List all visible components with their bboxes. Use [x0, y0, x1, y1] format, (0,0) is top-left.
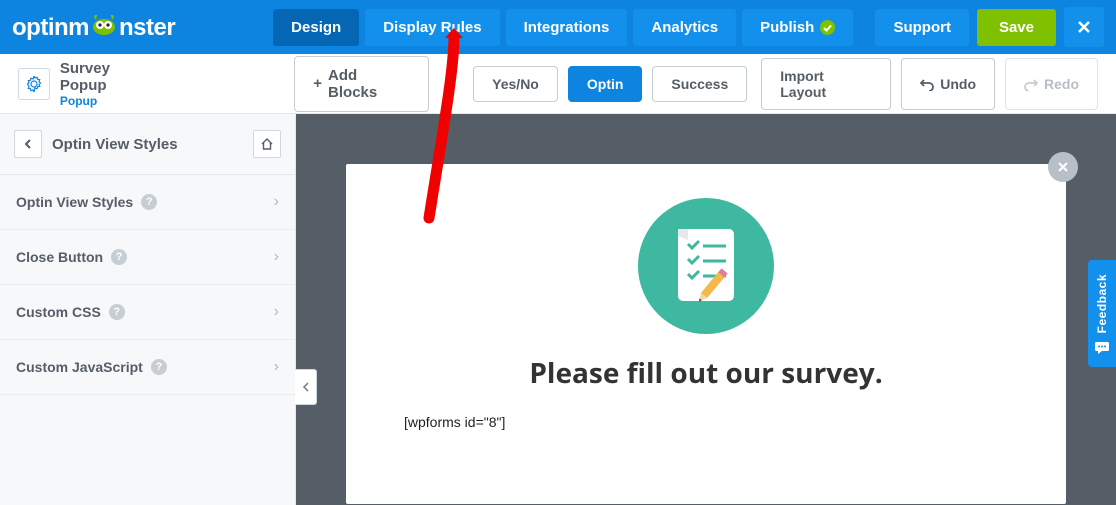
import-layout-button[interactable]: Import Layout	[761, 58, 891, 110]
undo-button[interactable]: Undo	[901, 58, 995, 110]
view-tabs: Yes/No Optin Success	[473, 66, 747, 102]
feedback-tab[interactable]: Feedback	[1088, 260, 1116, 367]
nav-design[interactable]: Design	[273, 9, 359, 46]
sidebar-item-custom-javascript[interactable]: Custom JavaScript ? ›	[0, 340, 295, 395]
chevron-right-icon: ›	[274, 358, 279, 376]
chevron-left-icon	[23, 139, 33, 149]
main-nav: Design Display Rules Integrations Analyt…	[273, 9, 853, 46]
campaign-settings-button[interactable]	[18, 68, 50, 100]
top-bar: optinm nster Design Display Rules Integr…	[0, 0, 1116, 54]
canvas: Please fill out our survey. [wpforms id=…	[296, 114, 1116, 505]
sidebar-item-label: Close Button	[16, 249, 103, 265]
undo-icon	[920, 77, 934, 91]
redo-button: Redo	[1005, 58, 1098, 110]
sidebar-item-optin-view-styles[interactable]: Optin View Styles ? ›	[0, 175, 295, 230]
sidebar-item-label: Optin View Styles	[16, 194, 133, 210]
help-icon: ?	[109, 304, 125, 320]
main: Optin View Styles Optin View Styles ? › …	[0, 114, 1116, 505]
toolbar: Survey Popup Popup + Add Blocks Yes/No O…	[0, 54, 1116, 114]
popup-close-button[interactable]	[1048, 152, 1078, 182]
feedback-label: Feedback	[1095, 274, 1109, 333]
campaign-type: Popup	[60, 94, 160, 108]
plus-icon: +	[313, 75, 322, 92]
popup-shortcode: [wpforms id="8"]	[374, 414, 505, 430]
check-circle-icon	[820, 20, 835, 35]
sidebar-item-label: Custom JavaScript	[16, 359, 143, 375]
sidebar-item-label: Custom CSS	[16, 304, 101, 320]
sidebar-item-custom-css[interactable]: Custom CSS ? ›	[0, 285, 295, 340]
close-editor-button[interactable]	[1064, 7, 1104, 47]
chat-icon	[1094, 341, 1110, 355]
tab-success[interactable]: Success	[652, 66, 747, 102]
popup-content: Please fill out our survey. [wpforms id=…	[374, 196, 1038, 430]
help-icon: ?	[151, 359, 167, 375]
nav-display-rules[interactable]: Display Rules	[365, 9, 499, 46]
nav-publish[interactable]: Publish	[742, 9, 853, 46]
popup-preview[interactable]: Please fill out our survey. [wpforms id=…	[346, 164, 1066, 504]
nav-support[interactable]: Support	[875, 9, 969, 46]
chevron-right-icon: ›	[274, 303, 279, 321]
chevron-right-icon: ›	[274, 248, 279, 266]
sidebar-item-close-button[interactable]: Close Button ? ›	[0, 230, 295, 285]
gear-icon	[26, 76, 42, 92]
tab-yes-no[interactable]: Yes/No	[473, 66, 558, 102]
save-button[interactable]: Save	[977, 9, 1056, 46]
tab-optin[interactable]: Optin	[568, 66, 643, 102]
redo-label: Redo	[1044, 76, 1079, 92]
checklist-icon	[636, 196, 776, 336]
campaign-info: Survey Popup Popup	[18, 60, 160, 108]
help-icon: ?	[111, 249, 127, 265]
monster-icon	[90, 13, 118, 35]
help-icon: ?	[141, 194, 157, 210]
toolbar-right: Import Layout Undo Redo	[761, 58, 1098, 110]
chevron-left-icon	[302, 382, 310, 392]
popup-headline: Please fill out our survey.	[529, 354, 882, 392]
redo-icon	[1024, 77, 1038, 91]
nav-publish-label: Publish	[760, 19, 814, 36]
sidebar-back-button[interactable]	[14, 130, 42, 158]
add-blocks-button[interactable]: + Add Blocks	[294, 56, 429, 112]
nav-integrations[interactable]: Integrations	[506, 9, 628, 46]
nav-right: Support Save	[875, 7, 1104, 47]
chevron-right-icon: ›	[274, 193, 279, 211]
nav-analytics[interactable]: Analytics	[633, 9, 736, 46]
sidebar: Optin View Styles Optin View Styles ? › …	[0, 114, 296, 505]
sidebar-title: Optin View Styles	[52, 136, 178, 153]
close-icon	[1057, 161, 1069, 173]
sidebar-header: Optin View Styles	[0, 114, 295, 175]
sidebar-home-button[interactable]	[253, 130, 281, 158]
undo-label: Undo	[940, 76, 976, 92]
logo: optinm nster	[12, 13, 175, 42]
close-icon	[1077, 20, 1091, 34]
campaign-title: Survey Popup	[60, 60, 160, 94]
home-icon	[261, 138, 273, 150]
collapse-sidebar-button[interactable]	[295, 369, 317, 405]
add-blocks-label: Add Blocks	[328, 67, 410, 101]
